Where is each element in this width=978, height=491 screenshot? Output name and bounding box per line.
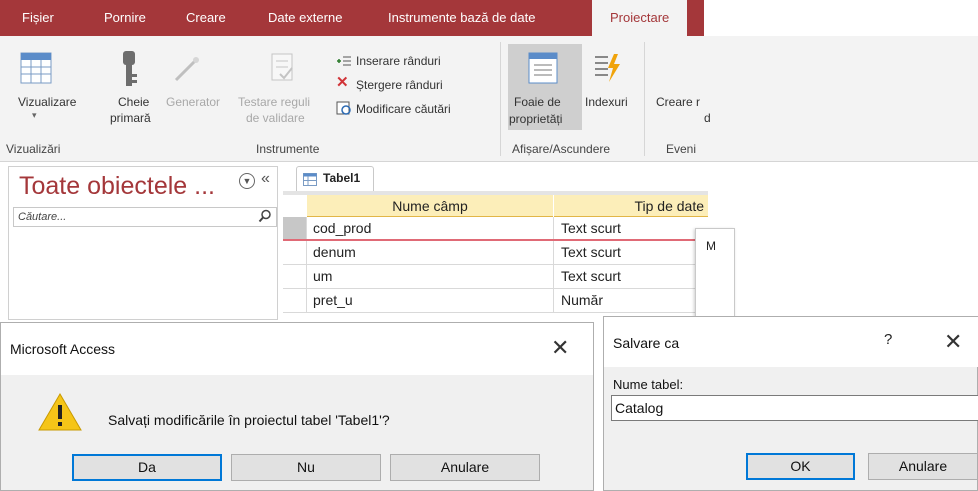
group-label-show-hide: Afișare/Ascundere [512,142,611,156]
group-label-tools: Instrumente [256,142,320,156]
group-separator [644,42,645,156]
field-name-cell[interactable]: um [313,268,332,284]
close-icon[interactable]: ✕ [944,329,962,355]
builder-button[interactable]: Generator [166,95,220,109]
ribbon-tab-bar: Fișier Pornire Creare Date externe Instr… [0,0,978,38]
dialog-title-bar: Salvare ca ? ✕ [604,317,978,367]
cancel-button[interactable]: Anulare [390,454,540,481]
create-macros-button[interactable]: Creare r [656,95,700,109]
modify-lookups-button[interactable]: Modificare căutări [356,102,451,116]
tab-external-data[interactable]: Date externe [268,0,342,36]
ok-button[interactable]: OK [746,453,855,480]
table-name-input[interactable] [611,395,978,421]
key-icon [123,51,137,86]
test-rules-icon [271,53,293,81]
row-selector[interactable] [283,241,307,264]
document-tab-label: Tabel1 [323,171,361,185]
table-design-grid: Nume câmp Tip de date cod_prod Text scur… [283,195,708,323]
row-selector[interactable] [283,217,307,239]
field-name-cell[interactable]: cod_prod [313,220,371,236]
column-divider [553,265,554,288]
primary-key-button-line2: primară [110,111,151,125]
collapse-pane-icon[interactable]: « [261,170,270,188]
table-view-icon [20,52,52,84]
help-icon[interactable]: ? [884,331,892,348]
warning-icon [38,393,82,431]
table-row[interactable]: pret_u Număr [283,289,708,313]
navigation-pane: Toate obiectele ... ▼ « Căutare... [8,166,278,320]
tab-design[interactable]: Proiectare [592,0,688,38]
group-separator [500,42,501,156]
dialog-title-bar: Microsoft Access ✕ [1,323,593,375]
save-as-dialog: Salvare ca ? ✕ Nume tabel: OK Anulare [603,316,978,491]
delete-rows-icon: ✕ [336,74,349,91]
column-divider [553,289,554,312]
data-type-cell[interactable]: Text scurt [561,244,621,260]
table-icon [303,173,317,186]
search-icon[interactable] [258,209,272,223]
table-name-label: Nume tabel: [613,377,684,392]
view-button[interactable]: Vizualizare [18,95,76,109]
field-name-cell[interactable]: pret_u [313,292,353,308]
chevron-down-icon[interactable]: ▾ [32,110,37,121]
tab-database-tools[interactable]: Instrumente bază de date [388,0,535,36]
table-row[interactable]: um Text scurt [283,265,708,289]
indexes-button[interactable]: Indexuri [585,95,628,109]
test-rules-button-line2: de validare [246,111,305,125]
close-icon[interactable]: ✕ [551,335,569,361]
no-button[interactable]: Nu [231,454,381,481]
nav-pane-title[interactable]: Toate obiectele ... [19,172,215,201]
dialog-title: Microsoft Access [10,341,116,357]
delete-rows-button[interactable]: Ștergere rânduri [356,78,443,92]
builder-wand-icon [174,57,199,82]
dialog-title: Salvare ca [613,335,680,351]
column-header-field-name[interactable]: Nume câmp [307,195,553,217]
document-tab-tabel1[interactable]: Tabel1 [296,166,374,192]
property-sheet-icon [528,52,558,84]
data-type-cell[interactable]: Text scurt [561,268,621,284]
search-placeholder: Căutare... [18,211,67,223]
nav-search-input[interactable]: Căutare... [13,207,277,227]
indexes-icon [595,54,620,82]
yes-button[interactable]: Da [72,454,222,481]
table-row[interactable]: denum Text scurt [283,241,708,265]
popup-text: M [706,239,716,253]
modify-lookups-icon [336,101,351,115]
row-selector[interactable] [283,265,307,288]
tab-create[interactable]: Creare [186,0,226,36]
background-popup-window: M [695,228,735,320]
column-header-data-type[interactable]: Tip de date [554,195,708,217]
field-name-cell[interactable]: denum [313,244,356,260]
tab-home[interactable]: Pornire [104,0,146,36]
dialog-message: Salvați modificările în proiectul tabel … [108,412,390,428]
save-changes-dialog: Microsoft Access ✕ Salvați modificările … [0,322,594,491]
test-rules-button[interactable]: Testare reguli [238,95,310,109]
create-macros-button-line2: d [704,111,711,125]
property-sheet-button[interactable]: Foaie de [514,95,561,109]
insert-rows-icon [337,56,351,66]
insert-rows-button[interactable]: Inserare rânduri [356,54,441,68]
data-type-cell[interactable]: Text scurt [561,220,621,236]
group-label-views: Vizualizări [6,142,61,156]
property-sheet-button-line2: proprietăți [509,112,563,126]
column-divider [553,241,554,264]
column-divider [553,217,554,239]
tab-file[interactable]: Fișier [22,0,54,36]
cancel-button[interactable]: Anulare [868,453,978,480]
chevron-down-icon[interactable]: ▼ [239,173,255,189]
table-row[interactable]: cod_prod Text scurt [283,217,708,241]
group-label-events: Eveni [666,142,697,156]
primary-key-button[interactable]: Cheie [118,95,149,109]
row-selector[interactable] [283,289,307,312]
ribbon: Vizualizare ▾ Cheie primară Generator Te… [0,36,978,162]
data-type-cell[interactable]: Număr [561,292,603,308]
